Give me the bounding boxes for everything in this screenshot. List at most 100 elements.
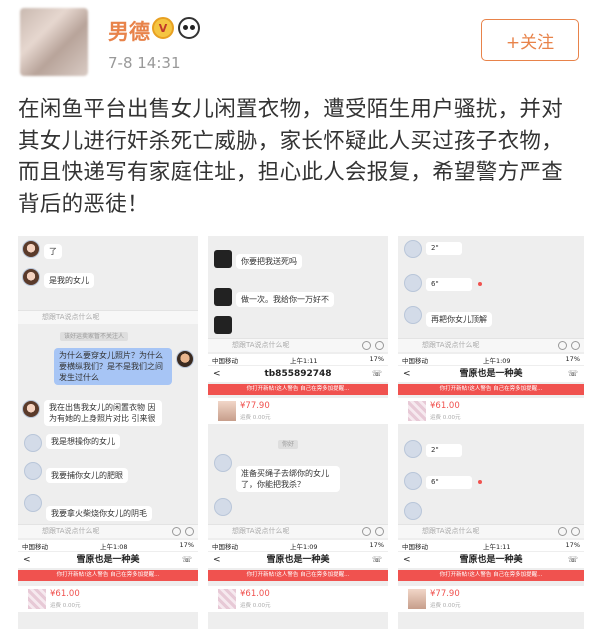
chat-bubble: 我在出售我女儿的闲置衣物 因为有她的上身照片对比 引来很 [44, 400, 162, 426]
chat-bubble: 做一次。我给你一万好不 [236, 292, 334, 307]
chat-bubble: 我是想操你的女儿 [46, 434, 120, 449]
voice-message[interactable]: 6" [426, 476, 472, 489]
screenshot-2[interactable]: 你要把我送死吗 做一次。我给你一万好不 想跟TA说点什么呢 中国移动 上午1:1… [208, 236, 388, 432]
emoji-icon[interactable] [362, 341, 371, 350]
warning-banner: 你打开新帖!这人警告 自己在旁多加提醒... [18, 570, 198, 581]
chat-bubble: 是我的女儿 [44, 273, 94, 288]
system-notice: 该好运卖家暂不关注人 [60, 332, 129, 341]
chat-title: 雪原也是一种美 [76, 555, 140, 565]
chat-title: 雪原也是一种美 [266, 555, 330, 565]
message-input[interactable]: 想跟TA说点什么呢 [18, 310, 198, 324]
battery: 17% [565, 541, 580, 549]
emoji-icon[interactable] [558, 341, 567, 350]
voice-message[interactable]: 2" [426, 444, 462, 457]
item-price: ¥61.00 [430, 401, 460, 411]
avatar [22, 268, 40, 286]
back-icon[interactable]: < [23, 552, 31, 568]
follow-button[interactable]: +关注 [481, 19, 579, 61]
back-icon[interactable]: < [403, 366, 411, 382]
badge-icons: V [152, 17, 200, 39]
item-card[interactable]: ¥61.00 运费 0.00元 [398, 398, 584, 424]
plus-icon[interactable] [185, 527, 194, 536]
phone-icon[interactable]: ☏ [568, 366, 578, 382]
phone-icon[interactable]: ☏ [568, 552, 578, 568]
screenshot-3[interactable]: 2" 6" 再耙你女儿顶解 想跟TA说点什么呢 中国移动 上午1:09 17% … [398, 236, 584, 432]
screenshot-grid: 了 是我的女儿 想跟TA说点什么呢 该好运卖家暂不关注人 为什么要穿女儿照片？为… [18, 236, 584, 629]
warning-banner: 你打开新帖!这人警告 自己在旁多加提醒... [208, 570, 388, 581]
warning-banner: 你打开新帖!这人警告 自己在旁多加提醒... [398, 570, 584, 581]
phone-icon[interactable]: ☏ [182, 552, 192, 568]
post-header: 男德 V 7-8 14:31 +关注 [0, 0, 600, 90]
carrier: 中国移动 [402, 543, 428, 551]
carrier: 中国移动 [22, 543, 48, 551]
chat-nav-bar: < 雪原也是一种美 ☏ [398, 366, 584, 382]
unread-dot [478, 480, 482, 484]
back-icon[interactable]: < [213, 366, 221, 382]
avatar [404, 472, 422, 490]
chat-bubble: 了 [44, 244, 62, 259]
status-bar: 中国移动 上午1:09 17% [208, 540, 388, 551]
carrier: 中国移动 [402, 357, 428, 365]
avatar [404, 502, 422, 520]
avatar [22, 400, 40, 418]
post-text: 在闲鱼平台出售女儿闲置衣物，遭受陌生用户骚扰，并对其女儿进行奸杀死亡威胁，家长怀… [18, 97, 564, 217]
screenshot-5[interactable]: 你好 准备买绳子去绑你的女儿了，你能把我杀？ 想跟TA说点什么呢 中国移动 上午… [208, 432, 388, 629]
plus-icon[interactable] [375, 341, 384, 350]
message-input[interactable]: 想跟TA说点什么呢 [398, 524, 584, 538]
avatar [404, 240, 422, 258]
item-price: ¥77.90 [240, 401, 270, 411]
item-card[interactable]: ¥61.00 运费 0.00元 [208, 586, 388, 612]
message-input[interactable]: 想跟TA说点什么呢 [398, 338, 584, 352]
back-icon[interactable]: < [403, 552, 411, 568]
system-notice: 你好 [278, 440, 299, 449]
user-name[interactable]: 男德 [108, 16, 150, 46]
item-price: ¥61.00 [50, 589, 80, 599]
plus-icon[interactable] [375, 527, 384, 536]
item-card[interactable]: ¥77.90 运费 0.00元 [208, 398, 388, 424]
message-input[interactable]: 想跟TA说点什么呢 [208, 338, 388, 352]
item-freight: 运费 0.00元 [240, 415, 271, 421]
avatar [176, 350, 194, 368]
battery: 17% [565, 355, 580, 363]
plus-icon[interactable] [571, 341, 580, 350]
message-input[interactable]: 想跟TA说点什么呢 [208, 524, 388, 538]
avatar [214, 316, 232, 334]
emoji-icon[interactable] [362, 527, 371, 536]
chat-bubble: 你要把我送死吗 [236, 254, 302, 269]
chat-nav-bar: < tb855892748 ☏ [208, 366, 388, 382]
warning-banner: 你打开新帖!这人警告 自己在旁多加提醒... [398, 384, 584, 395]
avatar [24, 434, 42, 452]
avatar[interactable] [20, 8, 88, 76]
avatar [24, 462, 42, 480]
item-thumbnail [28, 589, 46, 609]
back-icon[interactable]: < [213, 552, 221, 568]
voice-message[interactable]: 2" [426, 242, 462, 255]
avatar [214, 498, 232, 516]
carrier: 中国移动 [212, 357, 238, 365]
avatar [214, 288, 232, 306]
warning-banner: 你打开新帖!这人警告 自己在旁多加提醒... [208, 384, 388, 395]
avatar [404, 440, 422, 458]
item-card[interactable]: ¥61.00 运费 0.00元 [18, 586, 198, 612]
screenshot-1[interactable]: 了 是我的女儿 想跟TA说点什么呢 该好运卖家暂不关注人 为什么要穿女儿照片？为… [18, 236, 198, 432]
clock: 上午1:09 [289, 543, 318, 551]
emoji-icon[interactable] [558, 527, 567, 536]
message-input[interactable]: 想跟TA说点什么呢 [18, 524, 198, 538]
status-bar: 中国移动 上午1:09 17% [398, 354, 584, 365]
plus-icon[interactable] [571, 527, 580, 536]
phone-icon[interactable]: ☏ [372, 366, 382, 382]
avatar [22, 240, 40, 258]
item-card[interactable]: ¥77.90 运费 0.00元 [398, 586, 584, 612]
avatar [214, 250, 232, 268]
emoji-icon[interactable] [172, 527, 181, 536]
chat-bubble: 我要捕你女儿的肥眼 [46, 468, 128, 483]
voice-message[interactable]: 6" [426, 278, 472, 291]
item-freight: 运费 0.00元 [430, 603, 461, 609]
screenshot-6[interactable]: 2" 6" 想跟TA说点什么呢 中国移动 上午1:11 17% < 雪原也是一种… [398, 432, 584, 629]
phone-icon[interactable]: ☏ [372, 552, 382, 568]
chat-nav-bar: < 雪原也是一种美 ☏ [208, 552, 388, 568]
chat-nav-bar: < 雪原也是一种美 ☏ [398, 552, 584, 568]
battery: 17% [369, 541, 384, 549]
screenshot-4[interactable]: 我是想操你的女儿 我要捕你女儿的肥眼 我要拿火柴烧你女儿的阴毛 想跟TA说点什么… [18, 432, 198, 629]
unread-dot [478, 282, 482, 286]
